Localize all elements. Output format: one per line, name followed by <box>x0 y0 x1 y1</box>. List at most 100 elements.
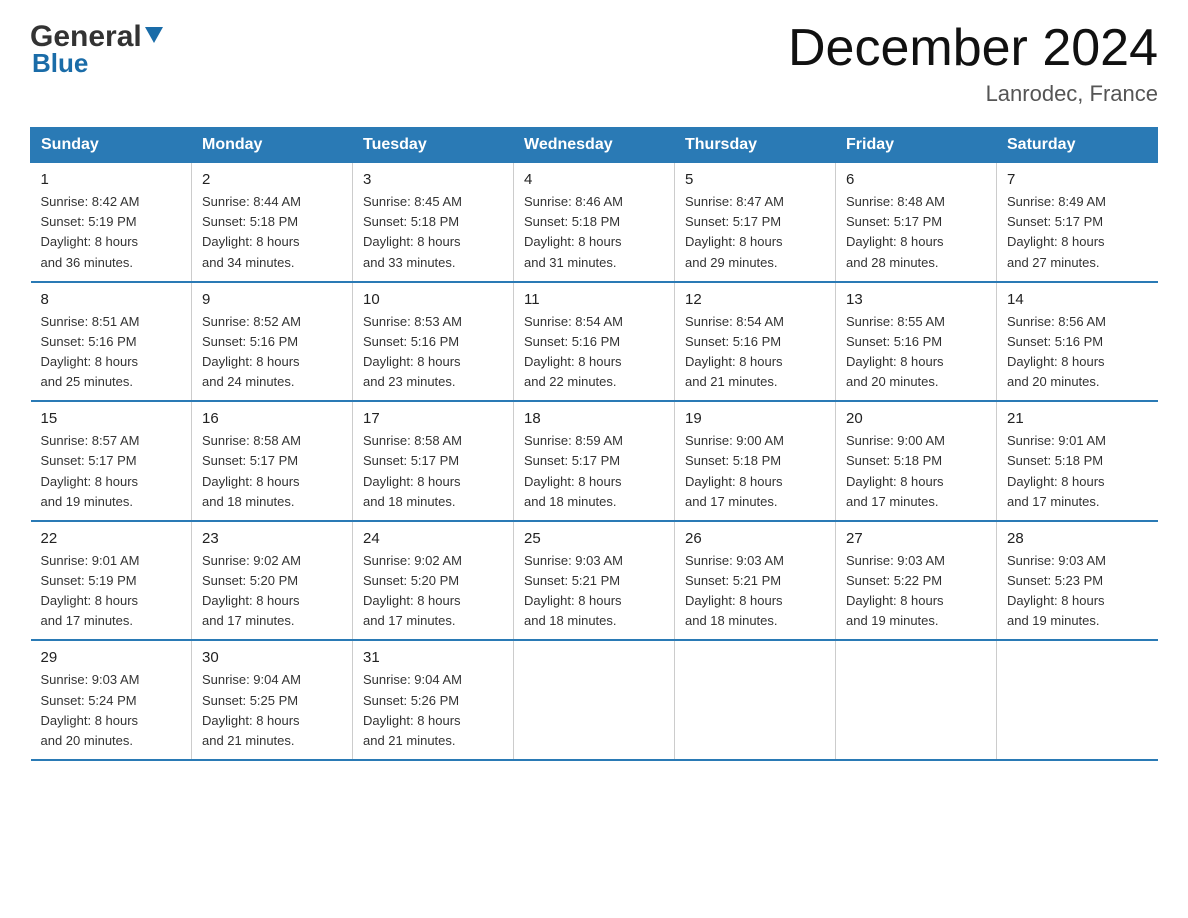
day-cell: 4 Sunrise: 8:46 AM Sunset: 5:18 PM Dayli… <box>514 163 675 282</box>
day-cell: 29 Sunrise: 9:03 AM Sunset: 5:24 PM Dayl… <box>31 640 192 760</box>
day-cell: 2 Sunrise: 8:44 AM Sunset: 5:18 PM Dayli… <box>192 163 353 282</box>
day-info: Sunrise: 9:04 AM Sunset: 5:25 PM Dayligh… <box>202 672 301 747</box>
day-number: 5 <box>685 171 825 188</box>
day-number: 17 <box>363 410 503 427</box>
day-cell: 12 Sunrise: 8:54 AM Sunset: 5:16 PM Dayl… <box>675 282 836 402</box>
day-number: 13 <box>846 291 986 308</box>
day-number: 8 <box>41 291 182 308</box>
day-cell: 18 Sunrise: 8:59 AM Sunset: 5:17 PM Dayl… <box>514 401 675 521</box>
week-row-1: 1 Sunrise: 8:42 AM Sunset: 5:19 PM Dayli… <box>31 163 1158 282</box>
day-number: 20 <box>846 410 986 427</box>
day-info: Sunrise: 8:46 AM Sunset: 5:18 PM Dayligh… <box>524 194 623 269</box>
day-cell: 28 Sunrise: 9:03 AM Sunset: 5:23 PM Dayl… <box>997 521 1158 641</box>
day-info: Sunrise: 9:03 AM Sunset: 5:23 PM Dayligh… <box>1007 553 1106 628</box>
day-cell: 26 Sunrise: 9:03 AM Sunset: 5:21 PM Dayl… <box>675 521 836 641</box>
day-cell: 27 Sunrise: 9:03 AM Sunset: 5:22 PM Dayl… <box>836 521 997 641</box>
day-info: Sunrise: 8:52 AM Sunset: 5:16 PM Dayligh… <box>202 314 301 389</box>
day-info: Sunrise: 8:47 AM Sunset: 5:17 PM Dayligh… <box>685 194 784 269</box>
day-cell: 3 Sunrise: 8:45 AM Sunset: 5:18 PM Dayli… <box>353 163 514 282</box>
day-number: 24 <box>363 530 503 547</box>
logo: General Blue <box>30 20 163 79</box>
day-info: Sunrise: 9:00 AM Sunset: 5:18 PM Dayligh… <box>846 433 945 508</box>
day-number: 18 <box>524 410 664 427</box>
day-number: 19 <box>685 410 825 427</box>
day-cell <box>836 640 997 760</box>
month-title: December 2024 <box>788 20 1158 77</box>
col-header-monday: Monday <box>192 128 353 163</box>
day-info: Sunrise: 9:01 AM Sunset: 5:19 PM Dayligh… <box>41 553 140 628</box>
calendar-header: SundayMondayTuesdayWednesdayThursdayFrid… <box>31 128 1158 163</box>
col-header-saturday: Saturday <box>997 128 1158 163</box>
day-info: Sunrise: 9:03 AM Sunset: 5:24 PM Dayligh… <box>41 672 140 747</box>
day-number: 14 <box>1007 291 1148 308</box>
day-number: 25 <box>524 530 664 547</box>
day-cell: 24 Sunrise: 9:02 AM Sunset: 5:20 PM Dayl… <box>353 521 514 641</box>
day-cell: 22 Sunrise: 9:01 AM Sunset: 5:19 PM Dayl… <box>31 521 192 641</box>
day-cell: 8 Sunrise: 8:51 AM Sunset: 5:16 PM Dayli… <box>31 282 192 402</box>
day-cell: 5 Sunrise: 8:47 AM Sunset: 5:17 PM Dayli… <box>675 163 836 282</box>
day-info: Sunrise: 8:44 AM Sunset: 5:18 PM Dayligh… <box>202 194 301 269</box>
day-number: 27 <box>846 530 986 547</box>
day-number: 21 <box>1007 410 1148 427</box>
day-cell: 6 Sunrise: 8:48 AM Sunset: 5:17 PM Dayli… <box>836 163 997 282</box>
week-row-2: 8 Sunrise: 8:51 AM Sunset: 5:16 PM Dayli… <box>31 282 1158 402</box>
day-cell: 19 Sunrise: 9:00 AM Sunset: 5:18 PM Dayl… <box>675 401 836 521</box>
day-cell: 23 Sunrise: 9:02 AM Sunset: 5:20 PM Dayl… <box>192 521 353 641</box>
day-number: 3 <box>363 171 503 188</box>
day-number: 9 <box>202 291 342 308</box>
calendar-table: SundayMondayTuesdayWednesdayThursdayFrid… <box>30 127 1158 761</box>
day-cell: 31 Sunrise: 9:04 AM Sunset: 5:26 PM Dayl… <box>353 640 514 760</box>
day-cell: 17 Sunrise: 8:58 AM Sunset: 5:17 PM Dayl… <box>353 401 514 521</box>
logo-blue-text: Blue <box>32 48 88 79</box>
day-info: Sunrise: 9:03 AM Sunset: 5:22 PM Dayligh… <box>846 553 945 628</box>
day-info: Sunrise: 8:54 AM Sunset: 5:16 PM Dayligh… <box>524 314 623 389</box>
day-info: Sunrise: 8:51 AM Sunset: 5:16 PM Dayligh… <box>41 314 140 389</box>
day-cell: 13 Sunrise: 8:55 AM Sunset: 5:16 PM Dayl… <box>836 282 997 402</box>
day-info: Sunrise: 8:58 AM Sunset: 5:17 PM Dayligh… <box>202 433 301 508</box>
day-info: Sunrise: 8:56 AM Sunset: 5:16 PM Dayligh… <box>1007 314 1106 389</box>
day-number: 30 <box>202 649 342 666</box>
day-info: Sunrise: 9:04 AM Sunset: 5:26 PM Dayligh… <box>363 672 462 747</box>
day-cell: 20 Sunrise: 9:00 AM Sunset: 5:18 PM Dayl… <box>836 401 997 521</box>
day-info: Sunrise: 8:49 AM Sunset: 5:17 PM Dayligh… <box>1007 194 1106 269</box>
title-block: December 2024 Lanrodec, France <box>788 20 1158 107</box>
day-number: 10 <box>363 291 503 308</box>
day-cell: 1 Sunrise: 8:42 AM Sunset: 5:19 PM Dayli… <box>31 163 192 282</box>
day-info: Sunrise: 8:53 AM Sunset: 5:16 PM Dayligh… <box>363 314 462 389</box>
day-number: 4 <box>524 171 664 188</box>
day-info: Sunrise: 9:02 AM Sunset: 5:20 PM Dayligh… <box>202 553 301 628</box>
day-cell: 21 Sunrise: 9:01 AM Sunset: 5:18 PM Dayl… <box>997 401 1158 521</box>
day-number: 23 <box>202 530 342 547</box>
day-number: 11 <box>524 291 664 308</box>
day-cell: 10 Sunrise: 8:53 AM Sunset: 5:16 PM Dayl… <box>353 282 514 402</box>
col-header-friday: Friday <box>836 128 997 163</box>
col-header-wednesday: Wednesday <box>514 128 675 163</box>
day-info: Sunrise: 8:54 AM Sunset: 5:16 PM Dayligh… <box>685 314 784 389</box>
day-info: Sunrise: 9:02 AM Sunset: 5:20 PM Dayligh… <box>363 553 462 628</box>
week-row-4: 22 Sunrise: 9:01 AM Sunset: 5:19 PM Dayl… <box>31 521 1158 641</box>
day-cell <box>514 640 675 760</box>
location-text: Lanrodec, France <box>788 81 1158 107</box>
week-row-3: 15 Sunrise: 8:57 AM Sunset: 5:17 PM Dayl… <box>31 401 1158 521</box>
day-info: Sunrise: 8:59 AM Sunset: 5:17 PM Dayligh… <box>524 433 623 508</box>
day-info: Sunrise: 9:00 AM Sunset: 5:18 PM Dayligh… <box>685 433 784 508</box>
logo-triangle-icon <box>145 27 163 50</box>
day-number: 7 <box>1007 171 1148 188</box>
day-info: Sunrise: 8:57 AM Sunset: 5:17 PM Dayligh… <box>41 433 140 508</box>
day-info: Sunrise: 8:58 AM Sunset: 5:17 PM Dayligh… <box>363 433 462 508</box>
day-info: Sunrise: 9:01 AM Sunset: 5:18 PM Dayligh… <box>1007 433 1106 508</box>
day-number: 12 <box>685 291 825 308</box>
day-cell <box>675 640 836 760</box>
day-cell: 16 Sunrise: 8:58 AM Sunset: 5:17 PM Dayl… <box>192 401 353 521</box>
day-number: 26 <box>685 530 825 547</box>
day-info: Sunrise: 9:03 AM Sunset: 5:21 PM Dayligh… <box>524 553 623 628</box>
day-cell: 25 Sunrise: 9:03 AM Sunset: 5:21 PM Dayl… <box>514 521 675 641</box>
day-cell: 9 Sunrise: 8:52 AM Sunset: 5:16 PM Dayli… <box>192 282 353 402</box>
day-number: 29 <box>41 649 182 666</box>
day-number: 28 <box>1007 530 1148 547</box>
day-number: 31 <box>363 649 503 666</box>
week-row-5: 29 Sunrise: 9:03 AM Sunset: 5:24 PM Dayl… <box>31 640 1158 760</box>
day-number: 6 <box>846 171 986 188</box>
day-info: Sunrise: 8:45 AM Sunset: 5:18 PM Dayligh… <box>363 194 462 269</box>
col-header-thursday: Thursday <box>675 128 836 163</box>
